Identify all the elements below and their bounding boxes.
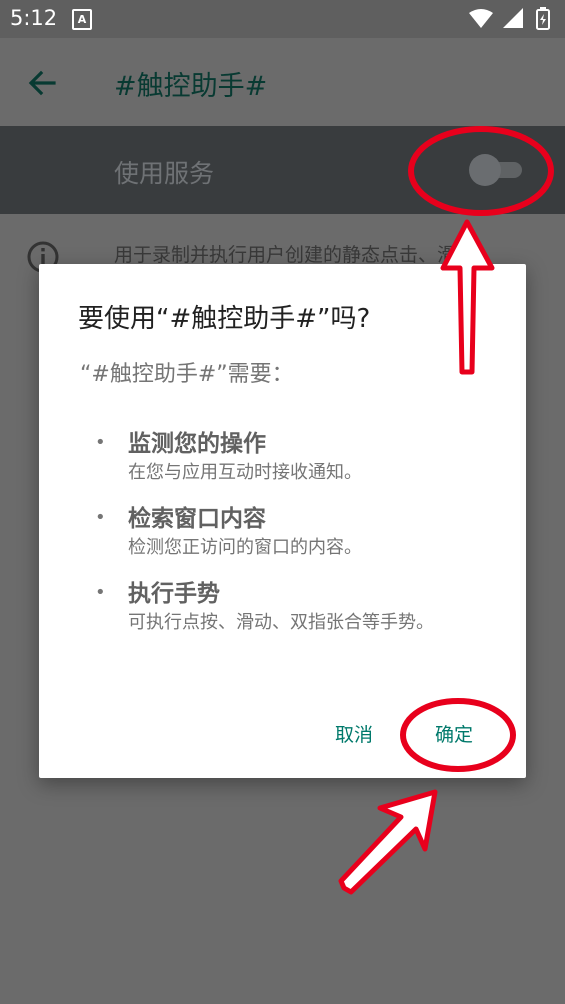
dialog-title: 要使用“#触控助手#”吗? bbox=[78, 304, 371, 334]
battery-icon bbox=[536, 7, 550, 30]
arrow-back-icon[interactable] bbox=[22, 62, 64, 104]
permission-description: 检测您正访问的窗口的内容。 bbox=[128, 537, 362, 558]
annotation-arrow-diagonal bbox=[338, 789, 438, 895]
service-description: 用于录制并执行用户创建的静态点击、滑 bbox=[114, 244, 457, 266]
permission-dialog: 要使用“#触控助手#”吗? “#触控助手#”需要： • 监测您的操作 在您与应用… bbox=[39, 264, 526, 778]
status-icons bbox=[469, 7, 550, 30]
service-switch-label: 使用服务 bbox=[114, 159, 215, 188]
permission-description: 在您与应用互动时接收通知。 bbox=[128, 462, 362, 483]
bullet: • bbox=[95, 582, 106, 603]
wifi-icon bbox=[469, 9, 493, 28]
app-toolbar: #触控助手# bbox=[0, 38, 565, 126]
service-toggle[interactable] bbox=[468, 154, 524, 186]
permission-title: 执行手势 bbox=[128, 581, 220, 607]
cancel-button[interactable]: 取消 bbox=[335, 720, 373, 747]
toggle-thumb bbox=[469, 154, 501, 186]
bullet: • bbox=[95, 507, 106, 528]
service-switch-row[interactable]: 使用服务 bbox=[0, 126, 565, 214]
permission-title: 检索窗口内容 bbox=[128, 506, 266, 532]
dialog-subtitle: “#触控助手#”需要： bbox=[80, 362, 294, 387]
page-title: #触控助手# bbox=[114, 71, 268, 102]
status-time: 5:12 bbox=[10, 6, 58, 30]
cell-signal-icon bbox=[503, 8, 523, 28]
status-bar: 5:12 A bbox=[0, 0, 565, 38]
permission-title: 监测您的操作 bbox=[128, 431, 266, 457]
bullet: • bbox=[95, 432, 106, 453]
notification-icon: A bbox=[72, 9, 92, 30]
confirm-button[interactable]: 确定 bbox=[435, 720, 473, 747]
permission-description: 可执行点按、滑动、双指张合等手势。 bbox=[128, 612, 434, 633]
